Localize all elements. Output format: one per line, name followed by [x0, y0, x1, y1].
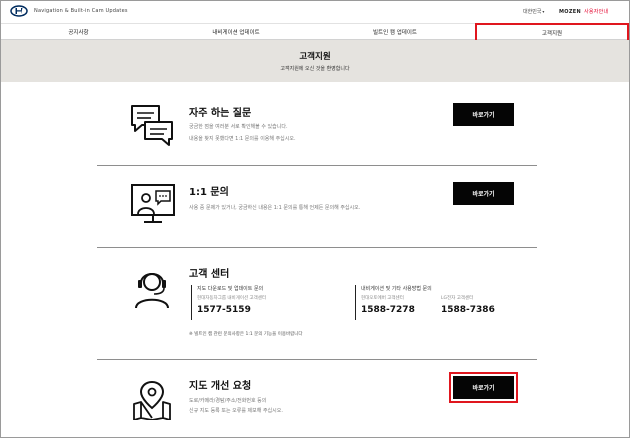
language-selector[interactable]: 대한민국▾	[523, 8, 544, 15]
column-bar	[191, 285, 192, 320]
usage-contact: 내비게이션 및 기타 사용방법 문의 현대오토에버 고객센터 1588-7278…	[355, 285, 535, 325]
map-request-desc-line2: 신규 지도 등록 또는 오류를 제보해 주십시오.	[189, 408, 283, 414]
inquiry-section: 1:1 문의 사용 중 문제가 있거나, 궁금하신 내용은 1:1 문의를 통해…	[97, 166, 537, 246]
video-consult-icon	[131, 184, 175, 223]
tab-builtin-cam-update-label: 빌트인 캠 업데이트	[373, 30, 417, 36]
page-subtitle: 고객지원에 오신 것을 환영합니다	[280, 66, 350, 72]
map-request-desc-line1: 도로/카메라/경탐/주소/전화번호 등의	[189, 398, 267, 404]
mozen-sub: 사용자안내	[583, 9, 609, 15]
map-update-phone[interactable]: 1577-5159	[197, 305, 251, 315]
column-bar	[355, 285, 356, 320]
customer-center-title: 고객 센터	[189, 269, 230, 280]
mozen-link[interactable]: MOZEN 사용자안내	[559, 8, 608, 15]
map-update-contact: 지도 다운로드 및 업데이트 문의 현대자동차그룹 내비게이션 고객센터 157…	[191, 285, 351, 325]
inquiry-go-button[interactable]: 바로가기	[453, 182, 514, 205]
page-frame: Navigation & Built-in Cam Updates 대한민국▾ …	[0, 0, 630, 438]
map-request-section: 지도 개선 요청 도로/카메라/경탐/주소/전화번호 등의 신규 지도 등록 또…	[97, 360, 537, 437]
faq-title: 자주 하는 질문	[189, 108, 252, 119]
customer-center-section: 고객 센터 지도 다운로드 및 업데이트 문의 현대자동차그룹 내비게이션 고객…	[97, 248, 537, 358]
hyundai-autoever-phone[interactable]: 1588-7278	[361, 305, 415, 315]
tab-notice-label: 공지사항	[68, 30, 89, 36]
hero-banner: 고객지원 고객지원에 오신 것을 환영합니다	[1, 40, 629, 82]
mozen-brand: MOZEN	[559, 9, 581, 15]
hyundai-autoever-label: 현대오토에버 고객센터	[361, 296, 404, 301]
usage-heading: 내비게이션 및 기타 사용방법 문의	[361, 286, 432, 292]
builtin-cam-notice: ※ 빌트인 캠 관련 문의사항은 1:1 문의 기능을 이용바랍니다	[189, 332, 303, 337]
language-label: 대한민국	[523, 9, 542, 15]
inquiry-desc: 사용 중 문제가 있거나, 궁금하신 내용은 1:1 문의를 통해 언제든 문의…	[189, 205, 361, 211]
tab-navigation-update-label: 내비게이션 업데이트	[212, 30, 260, 36]
page-title: 고객지원	[299, 52, 331, 62]
map-update-heading: 지도 다운로드 및 업데이트 문의	[197, 286, 264, 292]
map-request-go-button[interactable]: 바로가기	[449, 372, 518, 403]
chat-bubbles-icon	[131, 105, 173, 146]
chevron-down-icon: ▾	[542, 9, 545, 14]
tab-notice[interactable]: 공지사항	[1, 24, 156, 40]
faq-section: 자주 하는 질문 궁금한 점을 여러분 서로 확인해볼 수 있습니다. 내용을 …	[97, 93, 537, 165]
faq-desc-line1: 궁금한 점을 여러분 서로 확인해볼 수 있습니다.	[189, 124, 288, 130]
inquiry-title: 1:1 문의	[189, 187, 229, 198]
hyundai-logo-icon[interactable]	[10, 5, 28, 17]
headset-agent-icon	[135, 273, 169, 309]
top-header: Navigation & Built-in Cam Updates 대한민국▾ …	[1, 1, 629, 23]
faq-desc-line2: 내용을 찾지 못했다면 1:1 문의를 이용해 주십시오.	[189, 136, 296, 142]
tab-builtin-cam-update[interactable]: 빌트인 캠 업데이트	[316, 24, 474, 40]
faq-go-button[interactable]: 바로가기	[453, 103, 514, 126]
lg-electronics-phone[interactable]: 1588-7386	[441, 305, 495, 315]
brand-text: Navigation & Built-in Cam Updates	[34, 8, 128, 14]
map-update-center-label: 현대자동차그룹 내비게이션 고객센터	[197, 296, 267, 301]
lg-electronics-label: LG전자 고객센터	[441, 296, 474, 301]
map-request-title: 지도 개선 요청	[189, 381, 252, 392]
tab-customer-support-label: 고객지원	[541, 30, 563, 37]
main-nav: 공지사항 내비게이션 업데이트 빌트인 캠 업데이트 고객지원	[1, 23, 629, 42]
tab-navigation-update[interactable]: 내비게이션 업데이트	[156, 24, 316, 40]
map-pin-icon	[133, 380, 171, 420]
